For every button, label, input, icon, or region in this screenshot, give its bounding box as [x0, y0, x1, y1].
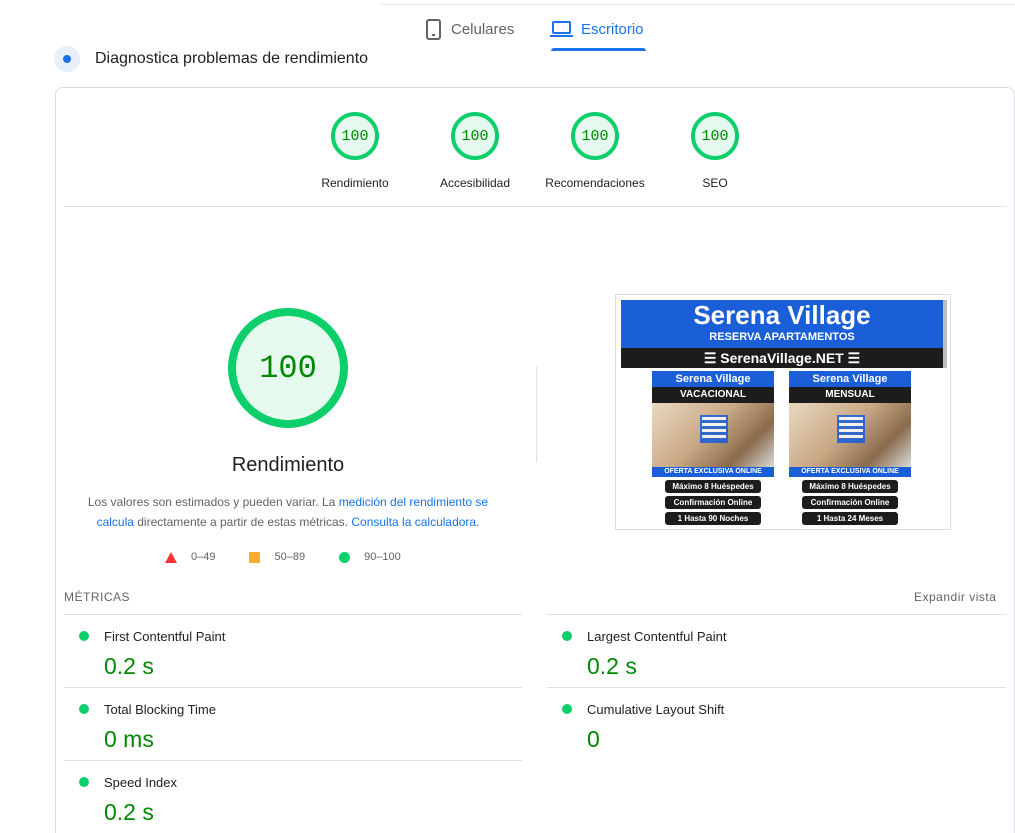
active-tab-indicator: [551, 48, 646, 51]
thumb-bar: ☰ SerenaVillage.NET ☰: [621, 348, 943, 368]
diagnose-icon: [54, 46, 80, 72]
note-text: directamente a partir de estas métricas.: [133, 515, 352, 529]
thumb-panel: Serena Village MENSUAL OFERTA EXCLUSIVA …: [789, 371, 911, 526]
gauge-score: 100: [331, 112, 379, 160]
metric-value: 0: [587, 726, 600, 752]
thumb-panel: Serena Village VACACIONAL OFERTA EXCLUSI…: [652, 371, 774, 526]
note-text: Los valores son estimados y pueden varia…: [87, 495, 339, 509]
gauge-seo[interactable]: 100 SEO: [660, 112, 770, 190]
legend-fail-label: 0–49: [191, 551, 216, 563]
pass-dot-icon: [562, 704, 572, 714]
gauge-label: SEO: [702, 176, 728, 190]
thumb-scrollbar: [943, 300, 947, 368]
smartphone-icon: [426, 18, 441, 40]
gauge-score: 100: [451, 112, 499, 160]
legend-fail: 0–49: [165, 551, 215, 563]
metric-value: 0.2 s: [104, 799, 154, 825]
panel-offer: OFERTA EXCLUSIVA ONLINE: [789, 467, 911, 477]
tab-desktop-label: Escritorio: [581, 20, 644, 38]
metric-fcp: First Contentful Paint 0.2 s: [64, 615, 484, 687]
metric-lcp: Largest Contentful Paint 0.2 s: [547, 615, 967, 687]
panel-type: MENSUAL: [789, 387, 911, 403]
metric-name: Speed Index: [104, 775, 178, 790]
metric-value: 0.2 s: [587, 653, 637, 679]
gauge-accessibility[interactable]: 100 Accesibilidad: [420, 112, 530, 190]
performance-label: Rendimiento: [231, 454, 345, 476]
metric-name: Cumulative Layout Shift: [587, 702, 725, 717]
gauge-performance[interactable]: 100 Rendimiento: [300, 112, 410, 190]
laptop-icon: [550, 19, 573, 39]
panel-pill: Confirmación Online: [665, 496, 761, 509]
qr-code-icon: [837, 415, 865, 443]
metric-cls: Cumulative Layout Shift 0: [547, 688, 967, 760]
panel-pill: Máximo 8 Huéspedes: [802, 480, 898, 493]
panel-pill: Confirmación Online: [802, 496, 898, 509]
tab-mobile[interactable]: Celulares: [426, 16, 514, 42]
pass-dot-icon: [79, 777, 89, 787]
top-divider: [380, 4, 1015, 5]
pass-dot-icon: [79, 631, 89, 641]
final-screenshot[interactable]: Serena Village RESERVA APARTAMENTOS ☰ Se…: [615, 294, 951, 530]
square-icon: [249, 551, 261, 563]
triangle-icon: [165, 551, 177, 563]
performance-note: Los valores son estimados y pueden varia…: [80, 492, 496, 532]
diagnose-heading: Diagnostica problemas de rendimiento: [54, 46, 368, 72]
gauge-score: 100: [571, 112, 619, 160]
qr-code-icon: [700, 415, 728, 443]
metric-name: Total Blocking Time: [104, 702, 216, 717]
metric-name: Largest Contentful Paint: [587, 629, 727, 644]
panel-pill: 1 Hasta 24 Meses: [802, 512, 898, 525]
tab-mobile-label: Celulares: [451, 20, 515, 38]
panel-head: Serena Village: [789, 371, 911, 387]
legend-average: 50–89: [249, 551, 305, 563]
score-legend: 0–49 50–89 90–100: [165, 551, 435, 563]
panel-head: Serena Village: [652, 371, 774, 387]
category-gauges: 100 Rendimiento 100 Accesibilidad 100 Re…: [0, 112, 1015, 192]
gauge-score: 100: [691, 112, 739, 160]
pass-dot-icon: [79, 704, 89, 714]
vertical-divider: [536, 366, 537, 462]
metric-name: First Contentful Paint: [104, 629, 226, 644]
gauge-label: Recomendaciones: [545, 176, 645, 190]
expand-view-toggle[interactable]: Expandir vista: [914, 590, 996, 604]
section-divider: [64, 206, 1006, 207]
legend-average-label: 50–89: [274, 551, 306, 563]
thumb-title: Serena Village: [693, 300, 871, 330]
panel-pill: Máximo 8 Huéspedes: [665, 480, 761, 493]
gauge-label: Rendimiento: [321, 176, 389, 190]
circle-icon: [339, 551, 351, 563]
gauge-label: Accesibilidad: [439, 176, 511, 190]
legend-pass-label: 90–100: [364, 551, 401, 563]
metrics-heading: MÉTRICAS: [64, 590, 131, 604]
diagnose-title: Diagnostica problemas de rendimiento: [95, 50, 369, 67]
metric-value: 0.2 s: [104, 653, 154, 679]
thumb-subtitle: RESERVA APARTAMENTOS: [709, 331, 855, 343]
pass-dot-icon: [562, 631, 572, 641]
device-tabs: Celulares Escritorio: [0, 0, 1015, 52]
panel-pill: 1 Hasta 90 Noches: [665, 512, 761, 525]
panel-photo: [789, 403, 911, 467]
calculator-link[interactable]: Consulta la calculadora.: [351, 515, 479, 529]
panel-offer: OFERTA EXCLUSIVA ONLINE: [652, 467, 774, 477]
gauge-best-practices[interactable]: 100 Recomendaciones: [540, 112, 650, 190]
metric-tbt: Total Blocking Time 0 ms: [64, 688, 484, 760]
legend-pass: 90–100: [339, 551, 401, 563]
thumb-banner: Serena Village RESERVA APARTAMENTOS: [621, 300, 943, 348]
metric-value: 0 ms: [104, 726, 154, 752]
panel-photo: [652, 403, 774, 467]
performance-gauge: 100: [228, 308, 348, 428]
tab-desktop[interactable]: Escritorio: [550, 16, 644, 42]
panel-type: VACACIONAL: [652, 387, 774, 403]
metric-speed-index: Speed Index 0.2 s: [64, 761, 484, 833]
